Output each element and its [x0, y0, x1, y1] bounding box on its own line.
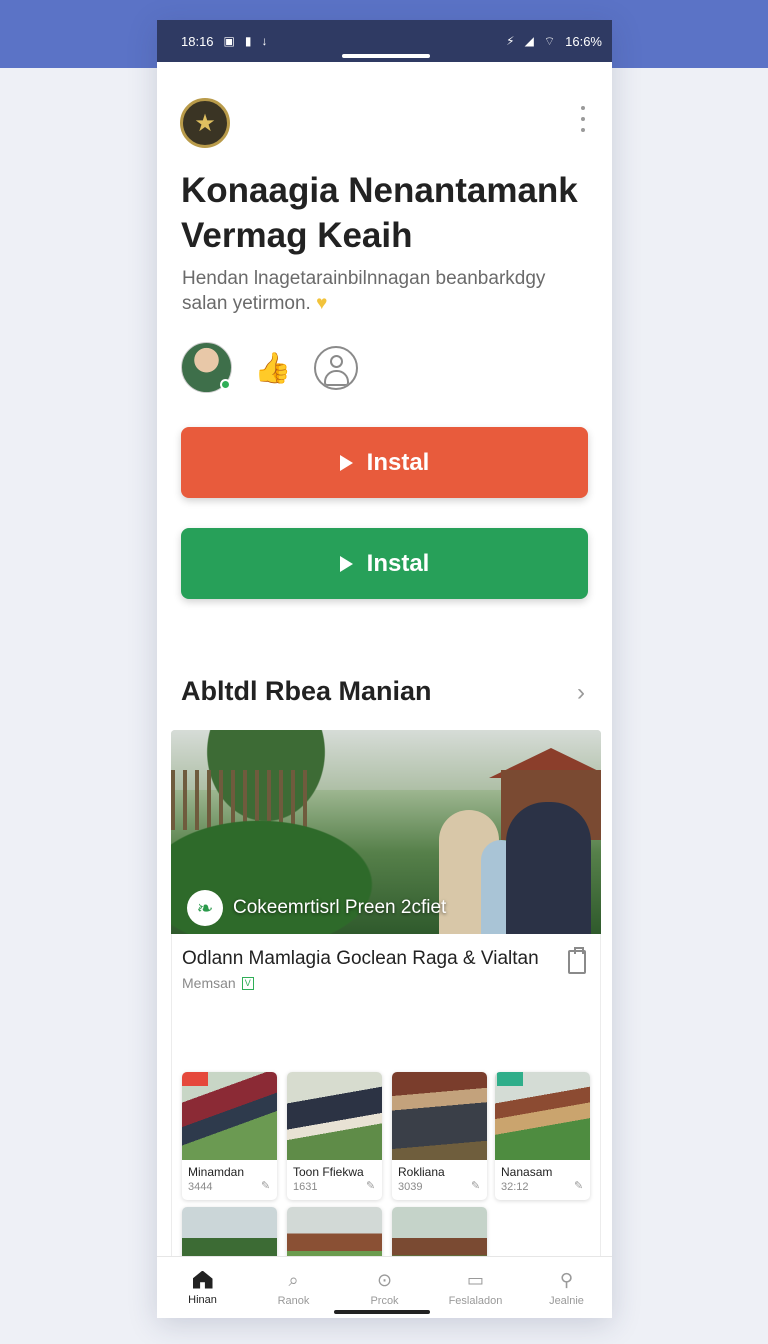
home-indicator [334, 1310, 430, 1314]
gallery-thumbnail[interactable]: Toon Ffiekwa 1631 ✎ [287, 1072, 382, 1200]
nav-item-label: Prcok [370, 1294, 399, 1307]
app-subtitle-text: Hendan lnagetarainbilnnagan beanbarkdgy … [182, 268, 546, 314]
thumbnail-image [287, 1072, 382, 1160]
camera-notch [342, 54, 430, 58]
section-title: Abltdl Rbea Manian [181, 676, 432, 706]
card-title: Odlann Mamlagia Goclean Raga & Vialtan [182, 948, 539, 969]
gallery-thumbnail[interactable]: Nanasam 32:12 ✎ [495, 1072, 590, 1200]
app-logo-emblem: ★ [180, 98, 230, 148]
nav-item-prcok[interactable]: ⊙ Prcok [339, 1257, 430, 1318]
mute-icon: ⚡ [506, 34, 515, 48]
hero-caption: ❧ Cokeemrtisrl Preen 2cfiet [187, 890, 446, 926]
leaf-icon: ❧ [187, 890, 223, 926]
verified-tag: V [241, 976, 254, 990]
bottom-navigation: Hinan ⌕ Ranok ⊙ Prcok ▭ Feslaladon ⚲ Jealnie [157, 1256, 612, 1318]
nav-item-label: Ranok [277, 1294, 310, 1307]
pencil-icon[interactable]: ✎ [261, 1179, 270, 1192]
user-profile-icon[interactable] [314, 346, 358, 390]
thumbnail-count: 3039 [398, 1181, 423, 1193]
featured-card: Odlann Mamlagia Goclean Raga & Vialtan M… [171, 934, 601, 1318]
nav-item-label: Hinan [188, 1293, 217, 1306]
featured-hero-image[interactable]: ❧ Cokeemrtisrl Preen 2cfiet [171, 730, 601, 934]
social-row: 👍 [181, 342, 381, 394]
nav-item-hinan[interactable]: Hinan [157, 1257, 248, 1318]
thumbnail-name: Minamdan [188, 1165, 245, 1179]
thumbnail-name: Rokliana [398, 1165, 445, 1179]
heart-icon: ♥ [316, 293, 328, 314]
more-options-icon[interactable] [577, 106, 589, 132]
battery-level: 16:6% [565, 33, 602, 49]
card-meta-text: Memsan [182, 975, 236, 991]
hero-caption-text: Cokeemrtisrl Preen 2cfiet [233, 897, 447, 918]
wifi-icon: ⌔ [543, 33, 556, 48]
play-icon [339, 555, 353, 572]
thumbnail-badge [182, 1072, 208, 1086]
gallery-thumbnail[interactable]: Minamdan 3444 ✎ [182, 1072, 277, 1200]
online-status-dot [220, 379, 231, 390]
sim-icon: ▮ [244, 34, 252, 48]
usb-icon: ↓ [261, 34, 268, 48]
search-icon: ⌕ [288, 1269, 299, 1290]
gallery-thumbnail[interactable]: Rokliana 3039 ✎ [392, 1072, 487, 1200]
home-icon [192, 1270, 213, 1289]
status-bar: 18:16 ▣ ▮ ↓ ⚡ ◢ ⌔ 16:6% [157, 20, 612, 62]
install-button-label: Instal [366, 448, 430, 476]
thumbnail-count: 3444 [188, 1181, 213, 1193]
thumbnail-image [392, 1072, 487, 1160]
library-icon: ▭ [466, 1269, 484, 1290]
install-button-label: Instal [366, 549, 430, 577]
status-time: 18:16 [181, 33, 214, 49]
install-button-secondary[interactable]: Instal [181, 528, 588, 599]
app-title: Konaagia Nenantamank Vermag Keaih [181, 171, 578, 255]
clipboard-icon[interactable] [568, 947, 586, 974]
notification-icon: ▣ [223, 34, 235, 48]
nav-item-feslaladon[interactable]: ▭ Feslaladon [430, 1257, 521, 1318]
thumbnail-count: 1631 [293, 1181, 318, 1193]
play-icon [339, 454, 353, 471]
pencil-icon[interactable]: ✎ [471, 1179, 480, 1192]
phone-screen: 18:16 ▣ ▮ ↓ ⚡ ◢ ⌔ 16:6% ★ Konaagia Nenan… [157, 20, 612, 1318]
thumbs-up-icon[interactable]: 👍 [253, 348, 293, 388]
nav-item-label: Feslaladon [448, 1294, 503, 1307]
signal-icon: ◢ [524, 34, 534, 48]
pencil-icon[interactable]: ✎ [574, 1179, 583, 1192]
thumbnail-badge [497, 1072, 523, 1086]
nav-item-ranok[interactable]: ⌕ Ranok [248, 1257, 339, 1318]
install-button-primary[interactable]: Instal [181, 427, 588, 498]
nav-item-jealnie[interactable]: ⚲ Jealnie [521, 1257, 612, 1318]
thumbnail-name: Nanasam [501, 1165, 553, 1179]
nav-item-label: Jealnie [549, 1294, 584, 1307]
download-icon: ⊙ [376, 1269, 393, 1290]
thumbnail-name: Toon Ffiekwa [293, 1165, 364, 1179]
chevron-right-icon[interactable]: › [577, 679, 585, 707]
card-meta: Memsan V [182, 975, 254, 991]
profile-icon: ⚲ [559, 1269, 574, 1290]
pencil-icon[interactable]: ✎ [366, 1179, 375, 1192]
thumbnail-count: 32:12 [501, 1181, 529, 1193]
app-subtitle: Hendan lnagetarainbilnnagan beanbarkdgy … [182, 266, 592, 316]
